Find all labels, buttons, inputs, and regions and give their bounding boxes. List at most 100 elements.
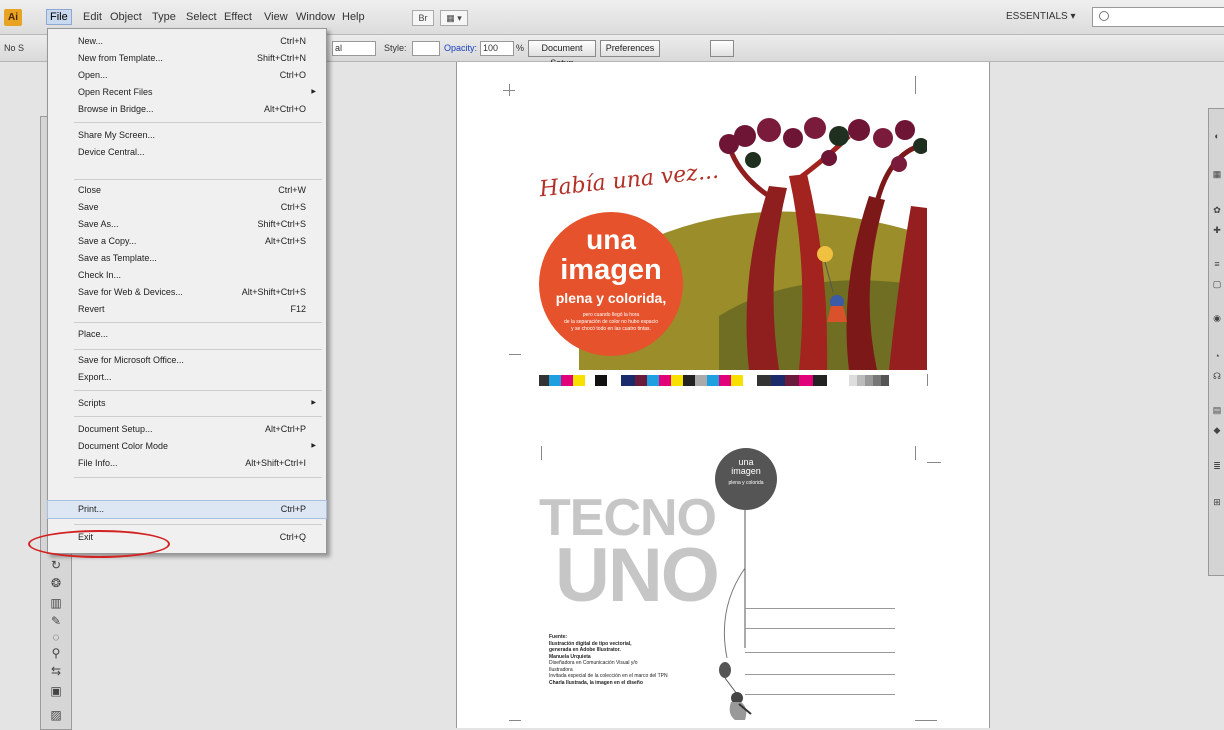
menu-item-document-setup[interactable]: Document Setup... Alt+Ctrl+P	[48, 421, 326, 438]
menu-item-file-info[interactable]: File Info... Alt+Shift+Ctrl+I	[48, 455, 326, 472]
menu-effect[interactable]: Effect	[224, 11, 252, 23]
menu-item-scripts[interactable]: Scripts ▶	[48, 395, 326, 412]
transparency-panel-icon[interactable]: ◉	[1212, 313, 1222, 323]
color-mode-icon[interactable]: ▨	[47, 707, 65, 723]
artboards-panel-icon[interactable]: ◆	[1212, 425, 1222, 435]
balloon-logo: una imagen plena y colorida	[715, 448, 777, 510]
body-line2: de la separación de color no hubo espaci…	[564, 319, 658, 325]
menu-item-device-central[interactable]: Device Central...	[48, 144, 326, 161]
address-line	[745, 652, 895, 653]
opacity-label[interactable]: Opacity:	[444, 43, 477, 53]
menu-item-new-from-template[interactable]: New from Template... Shift+Ctrl+N	[48, 50, 326, 67]
search-icon	[1099, 11, 1109, 21]
menu-item-place[interactable]: Place...	[48, 326, 326, 343]
menu-item-revert[interactable]: Revert F12	[48, 301, 326, 318]
menu-edit[interactable]: Edit	[83, 11, 102, 23]
workspace-switcher[interactable]: ESSENTIALS ▾	[1006, 11, 1076, 22]
credits-text: Fuente: Ilustración digital de tipo vect…	[549, 634, 719, 686]
pathfinder-panel-icon[interactable]: ⊞	[1212, 497, 1222, 507]
swap-colors-icon[interactable]: ⇆	[47, 663, 65, 679]
menu-item-close[interactable]: Close Ctrl+W	[48, 182, 326, 199]
menu-item-open[interactable]: Open... Ctrl+O	[48, 67, 326, 84]
graph-tool-icon[interactable]: ▥	[47, 595, 65, 611]
search-input[interactable]	[1092, 7, 1224, 27]
artboard-canvas[interactable]: Había una vez... una imagen plena y colo…	[456, 62, 990, 728]
arrange-documents-button[interactable]: ▦ ▾	[440, 10, 468, 26]
crop-mark	[503, 90, 515, 91]
menu-file[interactable]: File	[46, 9, 72, 25]
menu-separator	[74, 390, 322, 391]
menu-select[interactable]: Select	[186, 11, 217, 23]
symbols-panel-icon[interactable]: ✚	[1212, 225, 1222, 235]
balloon-line3: plena y colorida	[728, 480, 764, 486]
style-label: Style:	[384, 43, 407, 53]
menu-item-save-office[interactable]: Save for Microsoft Office...	[48, 352, 326, 369]
document-setup-button[interactable]: Document Setup	[528, 40, 596, 68]
menu-item-save-template[interactable]: Save as Template...	[48, 250, 326, 267]
crop-mark	[541, 446, 542, 460]
align-panel-icon[interactable]: ≣	[1212, 461, 1222, 471]
preferences-button[interactable]: Preferences	[600, 40, 660, 57]
menu-item-open-recent[interactable]: Open Recent Files ▶	[48, 84, 326, 101]
gradient-panel-icon[interactable]: ▢	[1212, 279, 1222, 289]
menu-item-export[interactable]: Export...	[48, 369, 326, 386]
body-line1: pero cuando llegó la hora	[582, 312, 640, 318]
eyedropper-tool-icon[interactable]: ✎	[47, 613, 65, 629]
address-line	[745, 628, 895, 629]
menu-item-new[interactable]: New... Ctrl+N	[48, 33, 326, 50]
graphic-styles-panel-icon[interactable]: ☊	[1212, 371, 1222, 381]
fill-stroke-icon[interactable]: ▣	[47, 683, 65, 699]
rotate-tool-icon[interactable]: ↻	[47, 557, 65, 573]
menu-item-save-as[interactable]: Save As... Shift+Ctrl+S	[48, 216, 326, 233]
menu-help[interactable]: Help	[342, 11, 365, 23]
menu-object[interactable]: Object	[110, 11, 142, 23]
submenu-arrow-icon: ▶	[311, 400, 316, 406]
menu-separator	[74, 477, 322, 478]
balloon-line2: imagen	[731, 466, 761, 476]
crop-mark	[915, 76, 916, 94]
opacity-input[interactable]: 100	[480, 41, 514, 56]
zoom-tool-icon[interactable]: ⚲	[47, 645, 65, 661]
appearance-panel-icon[interactable]: ◔	[1212, 351, 1222, 361]
color-panel-icon[interactable]: ◐	[1212, 131, 1222, 141]
crop-mark	[927, 374, 928, 386]
headline-line2: imagen	[560, 254, 662, 286]
menu-separator	[74, 416, 322, 417]
crop-mark	[509, 720, 521, 721]
selection-label: No S	[4, 43, 25, 53]
crop-mark	[915, 446, 916, 460]
color-registration-bar	[539, 375, 913, 386]
print-annotation-ellipse	[28, 530, 170, 558]
file-menu-dropdown: New... Ctrl+N New from Template... Shift+C…	[47, 28, 327, 554]
menu-type[interactable]: Type	[152, 11, 176, 23]
layers-panel-icon[interactable]: ▤	[1212, 405, 1222, 415]
blend-tool-icon[interactable]: ◌	[47, 629, 65, 645]
menu-item-print[interactable]: Print... Ctrl+P	[47, 500, 327, 519]
menu-item-browse-bridge[interactable]: Browse in Bridge... Alt+Ctrl+O	[48, 101, 326, 118]
headline-line1: una	[586, 224, 636, 255]
opacity-percent: %	[516, 43, 525, 53]
illustrator-logo-icon[interactable]: Ai	[4, 9, 22, 26]
blend-mode-select[interactable]: al	[332, 41, 376, 56]
menu-item-save-copy[interactable]: Save a Copy... Alt+Ctrl+S	[48, 233, 326, 250]
brushes-panel-icon[interactable]: ✿	[1212, 205, 1222, 215]
menu-view[interactable]: View	[264, 11, 288, 23]
headline-circle: una imagen plena y colorida, pero cuando…	[539, 212, 683, 356]
arrange-icon[interactable]	[710, 40, 734, 57]
menu-item-share-screen[interactable]: Share My Screen...	[48, 127, 326, 144]
stroke-panel-icon[interactable]: ≡	[1212, 259, 1222, 269]
menu-window[interactable]: Window	[296, 11, 335, 23]
menu-separator	[74, 179, 322, 180]
warp-tool-icon[interactable]: ❂	[47, 575, 65, 591]
credits-line: Charla Ilustrada, la imagen en el diseño	[549, 679, 643, 686]
menu-item-color-mode[interactable]: Document Color Mode ▶	[48, 438, 326, 455]
bridge-button[interactable]: Br	[412, 10, 434, 26]
menu-separator	[74, 349, 322, 350]
menu-item-save[interactable]: Save Ctrl+S	[48, 199, 326, 216]
menu-separator	[74, 524, 322, 525]
menu-item-check-in[interactable]: Check In...	[48, 267, 326, 284]
menu-item-save-web[interactable]: Save for Web & Devices... Alt+Shift+Ctrl+…	[48, 284, 326, 301]
swatches-panel-icon[interactable]: ▦	[1212, 169, 1222, 179]
style-select[interactable]	[412, 41, 440, 56]
crop-mark	[927, 462, 941, 463]
